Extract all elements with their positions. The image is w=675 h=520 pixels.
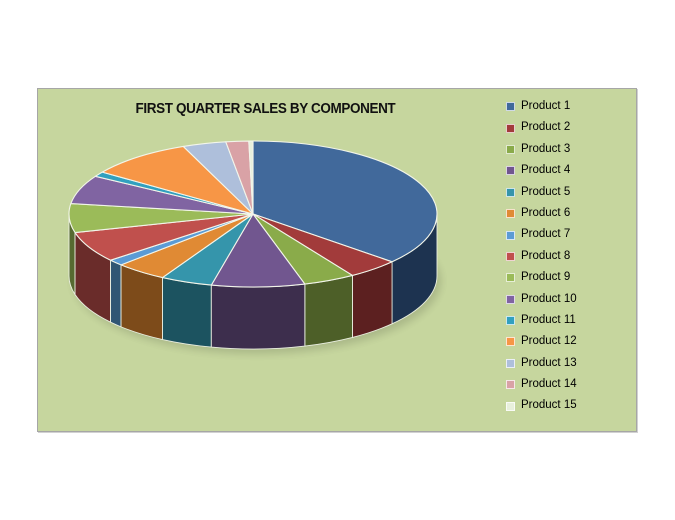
legend-label: Product 6 <box>521 206 571 219</box>
chart-legend[interactable]: Product 1 Product 2 Product 3 Product 4 Prod… <box>506 96 636 417</box>
legend-color-swatch <box>506 123 515 133</box>
screenshot-page: FIRST QUARTER SALES BY COMPONENT Product… <box>0 0 675 520</box>
legend-color-swatch <box>506 337 515 347</box>
pie-plot-area[interactable]: Product 1Product 2Product 3Product 4Prod… <box>38 89 508 433</box>
legend-item[interactable]: Product 15 <box>506 395 636 416</box>
legend-label: Product 3 <box>521 142 571 155</box>
legend-color-swatch <box>506 358 515 368</box>
pie-slice-side <box>110 259 122 328</box>
legend-color-swatch <box>506 166 515 176</box>
legend-item[interactable]: Product 5 <box>506 182 636 203</box>
legend-item[interactable]: Product 7 <box>506 224 636 245</box>
legend-item[interactable]: Product 13 <box>506 353 636 374</box>
legend-item[interactable]: Product 8 <box>506 246 636 267</box>
pie-slice-side <box>162 277 212 348</box>
legend-color-swatch <box>506 273 515 283</box>
legend-label: Product 14 <box>521 378 577 391</box>
legend-label: Product 7 <box>521 228 571 241</box>
legend-color-swatch <box>506 251 515 261</box>
legend-item[interactable]: Product 14 <box>506 374 636 395</box>
legend-color-swatch <box>506 401 515 411</box>
legend-item[interactable]: Product 3 <box>506 139 636 160</box>
legend-label: Product 11 <box>521 313 576 326</box>
legend-color-swatch <box>506 316 515 326</box>
legend-color-swatch <box>506 230 515 240</box>
pie-slice-side <box>304 274 353 347</box>
legend-item[interactable]: Product 9 <box>506 267 636 288</box>
legend-color-swatch <box>506 144 515 154</box>
pie-top-faces[interactable]: Product 1Product 2Product 3Product 4Prod… <box>68 140 438 288</box>
legend-label: Product 1 <box>521 100 571 112</box>
legend-color-swatch <box>506 187 515 197</box>
legend-label: Product 13 <box>521 356 577 369</box>
legend-color-swatch <box>506 294 515 304</box>
legend-item[interactable]: Product 2 <box>506 117 636 138</box>
legend-item[interactable]: Product 1 <box>506 96 636 117</box>
legend-label: Product 4 <box>521 164 571 177</box>
pie-chart-svg: Product 1Product 2Product 3Product 4Prod… <box>68 140 438 350</box>
legend-color-swatch <box>506 209 515 219</box>
legend-item[interactable]: Product 11 <box>506 310 636 331</box>
pie-slice-side <box>210 283 306 350</box>
legend-item[interactable]: Product 4 <box>506 160 636 181</box>
legend-label: Product 2 <box>521 121 571 134</box>
legend-item[interactable]: Product 6 <box>506 203 636 224</box>
legend-color-swatch <box>506 102 515 112</box>
legend-label: Product 8 <box>521 249 571 262</box>
legend-label: Product 10 <box>521 292 577 305</box>
legend-color-swatch <box>506 380 515 390</box>
legend-item[interactable]: Product 10 <box>506 289 636 310</box>
legend-label: Product 5 <box>521 185 571 198</box>
legend-label: Product 12 <box>521 335 577 348</box>
legend-label: Product 15 <box>521 399 577 412</box>
chart-container[interactable]: FIRST QUARTER SALES BY COMPONENT Product… <box>37 88 637 432</box>
legend-item[interactable]: Product 12 <box>506 331 636 352</box>
legend-label: Product 9 <box>521 271 571 284</box>
